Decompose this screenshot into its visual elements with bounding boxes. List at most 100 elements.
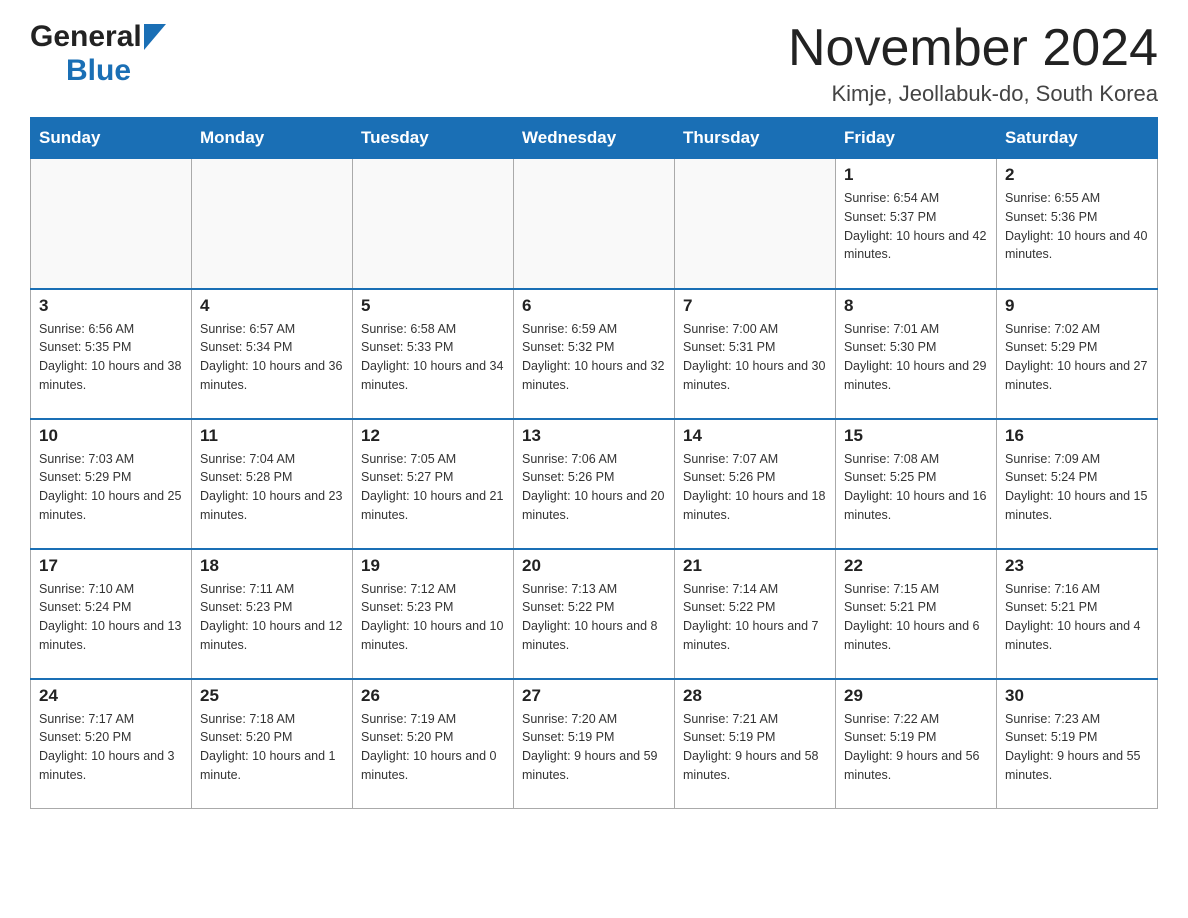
calendar-cell: 19Sunrise: 7:12 AMSunset: 5:23 PMDayligh… xyxy=(353,549,514,679)
calendar-cell: 18Sunrise: 7:11 AMSunset: 5:23 PMDayligh… xyxy=(192,549,353,679)
calendar-cell: 7 Sunrise: 7:00 AMSunset: 5:31 PMDaylight… xyxy=(675,289,836,419)
day-number: 15 xyxy=(844,426,988,446)
day-number: 6 xyxy=(522,296,666,316)
day-number: 23 xyxy=(1005,556,1149,576)
day-number: 26 xyxy=(361,686,505,706)
day-info: Sunrise: 7:15 AMSunset: 5:21 PMDaylight:… xyxy=(844,580,988,655)
calendar-header-saturday: Saturday xyxy=(997,118,1158,159)
day-number: 11 xyxy=(200,426,344,446)
day-number: 8 xyxy=(844,296,988,316)
day-info: Sunrise: 7:20 AMSunset: 5:19 PMDaylight:… xyxy=(522,710,666,785)
logo-blue-text: Blue xyxy=(66,54,131,87)
calendar-cell xyxy=(353,159,514,289)
day-number: 30 xyxy=(1005,686,1149,706)
calendar-header-thursday: Thursday xyxy=(675,118,836,159)
day-info: Sunrise: 7:09 AMSunset: 5:24 PMDaylight:… xyxy=(1005,450,1149,525)
day-number: 20 xyxy=(522,556,666,576)
day-info: Sunrise: 6:55 AMSunset: 5:36 PMDaylight:… xyxy=(1005,189,1149,264)
day-number: 14 xyxy=(683,426,827,446)
calendar-week-row: 3 Sunrise: 6:56 AMSunset: 5:35 PMDaylight… xyxy=(31,289,1158,419)
day-number: 16 xyxy=(1005,426,1149,446)
day-number: 7 xyxy=(683,296,827,316)
calendar-cell: 5Sunrise: 6:58 AMSunset: 5:33 PMDaylight… xyxy=(353,289,514,419)
day-info: Sunrise: 7:18 AMSunset: 5:20 PMDaylight:… xyxy=(200,710,344,785)
day-info: Sunrise: 7:10 AMSunset: 5:24 PMDaylight:… xyxy=(39,580,183,655)
calendar-header-row: SundayMondayTuesdayWednesdayThursdayFrid… xyxy=(31,118,1158,159)
calendar-cell: 25 Sunrise: 7:18 AMSunset: 5:20 PMDayligh… xyxy=(192,679,353,809)
calendar-cell: 29 Sunrise: 7:22 AMSunset: 5:19 PMDayligh… xyxy=(836,679,997,809)
day-info: Sunrise: 7:05 AMSunset: 5:27 PMDaylight:… xyxy=(361,450,505,525)
calendar-cell: 20 Sunrise: 7:13 AMSunset: 5:22 PMDayligh… xyxy=(514,549,675,679)
day-info: Sunrise: 7:14 AMSunset: 5:22 PMDaylight:… xyxy=(683,580,827,655)
day-info: Sunrise: 7:03 AMSunset: 5:29 PMDaylight:… xyxy=(39,450,183,525)
logo-general-text: General xyxy=(30,20,142,54)
location-title: Kimje, Jeollabuk-do, South Korea xyxy=(788,81,1158,107)
page-header: General Blue November 2024 Kimje, Jeolla… xyxy=(30,20,1158,107)
day-number: 9 xyxy=(1005,296,1149,316)
day-number: 17 xyxy=(39,556,183,576)
day-info: Sunrise: 7:21 AMSunset: 5:19 PMDaylight:… xyxy=(683,710,827,785)
day-number: 13 xyxy=(522,426,666,446)
calendar-header-tuesday: Tuesday xyxy=(353,118,514,159)
day-number: 18 xyxy=(200,556,344,576)
calendar-cell: 26 Sunrise: 7:19 AMSunset: 5:20 PMDayligh… xyxy=(353,679,514,809)
day-number: 29 xyxy=(844,686,988,706)
calendar-week-row: 10 Sunrise: 7:03 AMSunset: 5:29 PMDayligh… xyxy=(31,419,1158,549)
day-number: 10 xyxy=(39,426,183,446)
calendar-cell: 9Sunrise: 7:02 AMSunset: 5:29 PMDaylight… xyxy=(997,289,1158,419)
calendar-header-wednesday: Wednesday xyxy=(514,118,675,159)
day-number: 2 xyxy=(1005,165,1149,185)
day-number: 4 xyxy=(200,296,344,316)
calendar-cell: 22 Sunrise: 7:15 AMSunset: 5:21 PMDayligh… xyxy=(836,549,997,679)
day-number: 12 xyxy=(361,426,505,446)
day-info: Sunrise: 6:56 AMSunset: 5:35 PMDaylight:… xyxy=(39,320,183,395)
day-number: 22 xyxy=(844,556,988,576)
day-info: Sunrise: 6:54 AMSunset: 5:37 PMDaylight:… xyxy=(844,189,988,264)
day-info: Sunrise: 7:23 AMSunset: 5:19 PMDaylight:… xyxy=(1005,710,1149,785)
calendar-cell: 3 Sunrise: 6:56 AMSunset: 5:35 PMDaylight… xyxy=(31,289,192,419)
calendar-cell: 2 Sunrise: 6:55 AMSunset: 5:36 PMDaylight… xyxy=(997,159,1158,289)
calendar-cell: 21 Sunrise: 7:14 AMSunset: 5:22 PMDayligh… xyxy=(675,549,836,679)
calendar-header-sunday: Sunday xyxy=(31,118,192,159)
title-area: November 2024 Kimje, Jeollabuk-do, South… xyxy=(788,20,1158,107)
calendar-cell: 28Sunrise: 7:21 AMSunset: 5:19 PMDayligh… xyxy=(675,679,836,809)
day-info: Sunrise: 7:01 AMSunset: 5:30 PMDaylight:… xyxy=(844,320,988,395)
calendar-cell: 10 Sunrise: 7:03 AMSunset: 5:29 PMDayligh… xyxy=(31,419,192,549)
day-number: 3 xyxy=(39,296,183,316)
month-title: November 2024 xyxy=(788,20,1158,77)
day-number: 5 xyxy=(361,296,505,316)
calendar-header-monday: Monday xyxy=(192,118,353,159)
calendar-week-row: 17 Sunrise: 7:10 AMSunset: 5:24 PMDayligh… xyxy=(31,549,1158,679)
calendar-cell: 24 Sunrise: 7:17 AMSunset: 5:20 PMDayligh… xyxy=(31,679,192,809)
calendar-cell: 11 Sunrise: 7:04 AMSunset: 5:28 PMDayligh… xyxy=(192,419,353,549)
day-info: Sunrise: 7:04 AMSunset: 5:28 PMDaylight:… xyxy=(200,450,344,525)
calendar-cell: 8 Sunrise: 7:01 AMSunset: 5:30 PMDaylight… xyxy=(836,289,997,419)
calendar-cell: 30 Sunrise: 7:23 AMSunset: 5:19 PMDayligh… xyxy=(997,679,1158,809)
day-info: Sunrise: 7:00 AMSunset: 5:31 PMDaylight:… xyxy=(683,320,827,395)
calendar-cell: 16 Sunrise: 7:09 AMSunset: 5:24 PMDayligh… xyxy=(997,419,1158,549)
day-info: Sunrise: 7:06 AMSunset: 5:26 PMDaylight:… xyxy=(522,450,666,525)
day-number: 21 xyxy=(683,556,827,576)
day-number: 27 xyxy=(522,686,666,706)
calendar-cell: 6Sunrise: 6:59 AMSunset: 5:32 PMDaylight… xyxy=(514,289,675,419)
calendar-cell: 12 Sunrise: 7:05 AMSunset: 5:27 PMDayligh… xyxy=(353,419,514,549)
calendar-header-friday: Friday xyxy=(836,118,997,159)
day-info: Sunrise: 7:08 AMSunset: 5:25 PMDaylight:… xyxy=(844,450,988,525)
logo: General Blue xyxy=(30,20,166,88)
day-info: Sunrise: 7:22 AMSunset: 5:19 PMDaylight:… xyxy=(844,710,988,785)
calendar-cell: 15 Sunrise: 7:08 AMSunset: 5:25 PMDayligh… xyxy=(836,419,997,549)
calendar-cell: 13 Sunrise: 7:06 AMSunset: 5:26 PMDayligh… xyxy=(514,419,675,549)
day-info: Sunrise: 7:13 AMSunset: 5:22 PMDaylight:… xyxy=(522,580,666,655)
day-number: 1 xyxy=(844,165,988,185)
day-number: 25 xyxy=(200,686,344,706)
day-info: Sunrise: 7:16 AMSunset: 5:21 PMDaylight:… xyxy=(1005,580,1149,655)
calendar-week-row: 24 Sunrise: 7:17 AMSunset: 5:20 PMDayligh… xyxy=(31,679,1158,809)
calendar-table: SundayMondayTuesdayWednesdayThursdayFrid… xyxy=(30,117,1158,809)
day-info: Sunrise: 6:57 AMSunset: 5:34 PMDaylight:… xyxy=(200,320,344,395)
day-info: Sunrise: 7:07 AMSunset: 5:26 PMDaylight:… xyxy=(683,450,827,525)
calendar-cell: 17 Sunrise: 7:10 AMSunset: 5:24 PMDayligh… xyxy=(31,549,192,679)
day-info: Sunrise: 7:19 AMSunset: 5:20 PMDaylight:… xyxy=(361,710,505,785)
day-info: Sunrise: 7:17 AMSunset: 5:20 PMDaylight:… xyxy=(39,710,183,785)
calendar-cell: 4 Sunrise: 6:57 AMSunset: 5:34 PMDaylight… xyxy=(192,289,353,419)
day-number: 24 xyxy=(39,686,183,706)
